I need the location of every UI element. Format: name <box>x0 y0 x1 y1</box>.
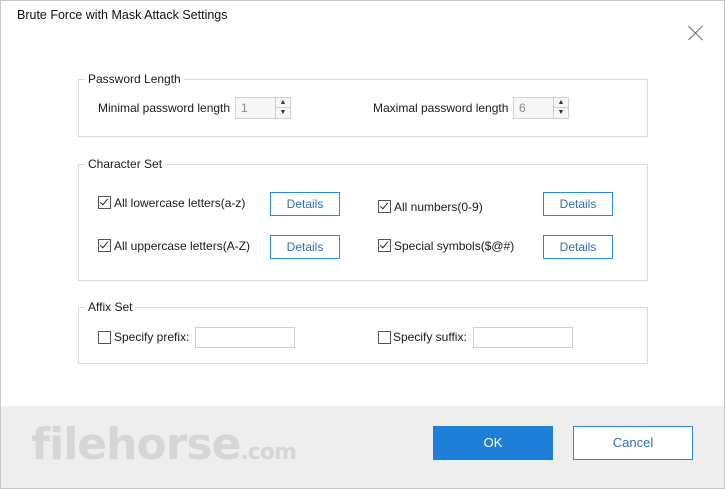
max-length-down-icon[interactable]: ▼ <box>554 108 568 118</box>
ok-button[interactable]: OK <box>433 426 553 460</box>
dialog-window: Brute Force with Mask Attack Settings Pa… <box>0 0 725 489</box>
max-length-up-icon[interactable]: ▲ <box>554 98 568 108</box>
uppercase-checkbox[interactable] <box>98 239 111 252</box>
max-length-stepper[interactable]: 6 ▲ ▼ <box>513 97 569 119</box>
min-length-label: Minimal password length <box>98 101 231 115</box>
settings-panel: Password Length Minimal password length … <box>14 51 712 405</box>
suffix-input[interactable] <box>473 327 573 348</box>
dialog-title: Brute Force with Mask Attack Settings <box>17 8 228 22</box>
watermark-logo: filehorse.com <box>31 419 297 470</box>
suffix-label: Specify suffix: <box>393 330 467 344</box>
prefix-label: Specify prefix: <box>114 330 190 344</box>
uppercase-label: All uppercase letters(A-Z) <box>114 239 251 253</box>
character-set-legend: Character Set <box>85 157 166 171</box>
special-symbols-checkbox[interactable] <box>378 239 391 252</box>
max-length-label: Maximal password length <box>373 101 509 115</box>
prefix-checkbox[interactable] <box>98 331 111 344</box>
min-length-arrows: ▲ ▼ <box>275 98 290 118</box>
min-length-down-icon[interactable]: ▼ <box>276 108 290 118</box>
max-length-value: 6 <box>519 101 526 115</box>
special-symbols-label: Special symbols($@#) <box>394 239 515 253</box>
watermark-text: filehorse <box>31 419 241 470</box>
lowercase-details-button[interactable]: Details <box>270 192 340 216</box>
numbers-label: All numbers(0-9) <box>394 200 483 214</box>
lowercase-label: All lowercase letters(a-z) <box>114 196 246 210</box>
watermark-suffix: .com <box>240 440 296 465</box>
min-length-up-icon[interactable]: ▲ <box>276 98 290 108</box>
lowercase-checkbox[interactable] <box>98 196 111 209</box>
close-icon[interactable] <box>687 24 705 42</box>
affix-set-group: Affix Set Specify prefix: Specify suffix… <box>78 300 648 364</box>
password-length-legend: Password Length <box>85 72 184 86</box>
title-bar: Brute Force with Mask Attack Settings <box>1 1 724 31</box>
affix-set-legend: Affix Set <box>85 300 136 314</box>
max-length-arrows: ▲ ▼ <box>553 98 568 118</box>
numbers-checkbox[interactable] <box>378 200 391 213</box>
special-symbols-details-button[interactable]: Details <box>543 235 613 259</box>
prefix-input[interactable] <box>195 327 295 348</box>
character-set-group: Character Set All lowercase letters(a-z)… <box>78 157 648 281</box>
password-length-group: Password Length Minimal password length … <box>78 72 648 137</box>
min-length-stepper[interactable]: 1 ▲ ▼ <box>235 97 291 119</box>
cancel-button[interactable]: Cancel <box>573 426 693 460</box>
suffix-checkbox[interactable] <box>378 331 391 344</box>
numbers-details-button[interactable]: Details <box>543 192 613 216</box>
uppercase-details-button[interactable]: Details <box>270 235 340 259</box>
min-length-value: 1 <box>241 101 248 115</box>
